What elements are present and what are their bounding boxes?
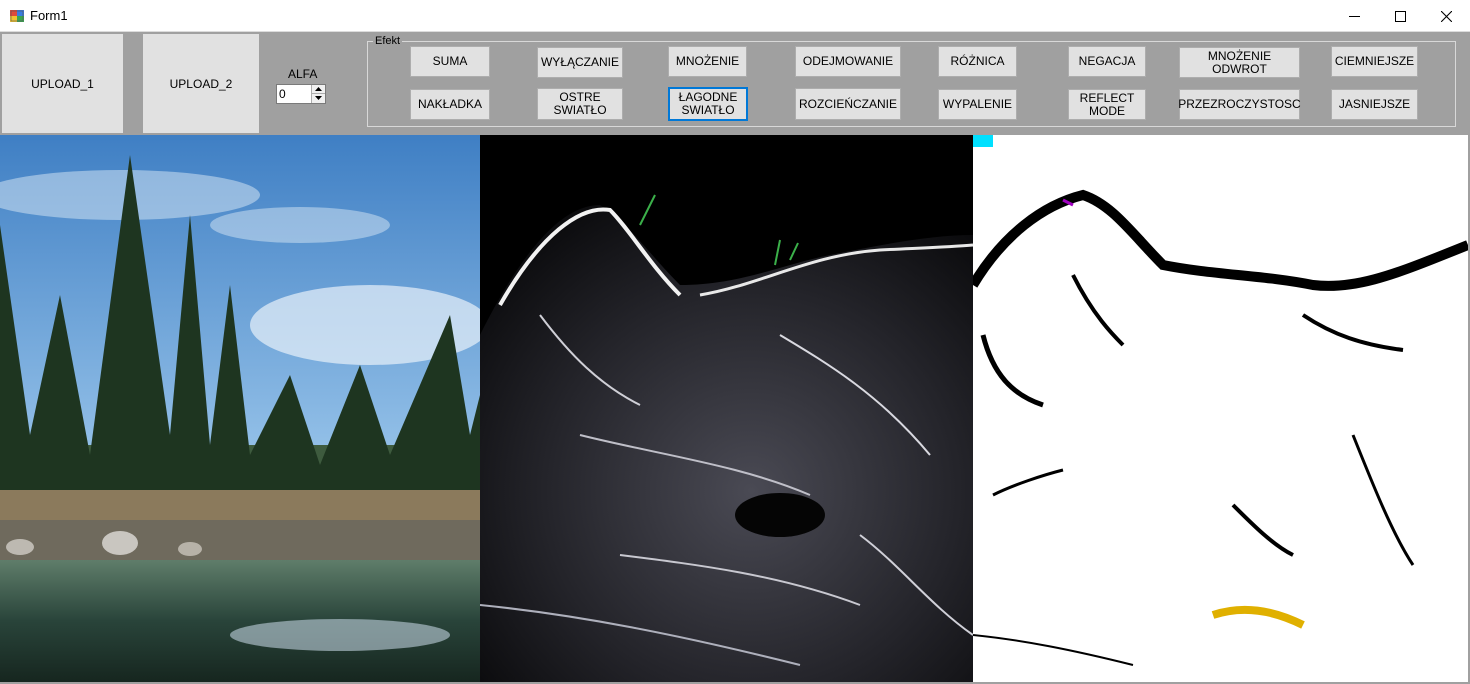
upload-2-button[interactable]: UPLOAD_2 — [143, 34, 259, 133]
alfa-numeric-updown[interactable] — [276, 84, 326, 104]
ciemniejsze-button[interactable]: CIEMNIEJSZE — [1331, 46, 1418, 77]
winforms-app-icon — [10, 10, 24, 22]
arrow-up-icon — [315, 87, 322, 91]
wylaczanie-button[interactable]: WYŁĄCZANIE — [537, 47, 623, 78]
title-bar: Form1 — [0, 0, 1470, 32]
jasniejsze-button[interactable]: JASNIEJSZE — [1331, 89, 1418, 120]
image-2-wolf — [480, 135, 973, 682]
wypalenie-button[interactable]: WYPALENIE — [938, 89, 1017, 120]
upload-1-button[interactable]: UPLOAD_1 — [2, 34, 123, 133]
close-icon — [1440, 10, 1452, 22]
alfa-input[interactable] — [277, 85, 311, 103]
minimize-button[interactable] — [1331, 0, 1377, 32]
minimize-icon — [1348, 15, 1360, 17]
effects-group-title: Efekt — [373, 35, 403, 47]
maximize-button[interactable] — [1377, 0, 1423, 32]
lagodne-swiatlo-button[interactable]: ŁAGODNE SWIATŁO — [668, 87, 748, 121]
suma-button[interactable]: SUMA — [410, 46, 490, 77]
nakladka-button[interactable]: NAKŁADKA — [410, 89, 490, 120]
przezroczystosc-button[interactable]: PRZEZROCZYSTOSC — [1178, 89, 1301, 120]
maximize-icon — [1394, 10, 1406, 22]
alfa-increment-button[interactable] — [311, 85, 325, 94]
close-button[interactable] — [1423, 0, 1469, 32]
window-title: Form1 — [30, 8, 68, 23]
reflect-mode-button[interactable]: REFLECT MODE — [1068, 89, 1146, 120]
alfa-label: ALFA — [288, 67, 318, 81]
alfa-decrement-button[interactable] — [311, 94, 325, 103]
negacja-button[interactable]: NEGACJA — [1068, 46, 1146, 77]
roznica-button[interactable]: RÓŻNICA — [938, 46, 1017, 77]
arrow-down-icon — [315, 96, 322, 100]
odejmowanie-button[interactable]: ODEJMOWANIE — [795, 46, 901, 77]
mnozenie-odwrot-button[interactable]: MNOŻENIE ODWROT — [1179, 47, 1300, 78]
ostre-swiatlo-button[interactable]: OSTRE SWIATŁO — [537, 88, 623, 120]
image-1-landscape — [0, 135, 480, 682]
image-3-result — [973, 135, 1468, 682]
rozcienczanie-button[interactable]: ROZCIEŃCZANIE — [795, 88, 901, 120]
mnozenie-button[interactable]: MNOŻENIE — [668, 46, 747, 77]
